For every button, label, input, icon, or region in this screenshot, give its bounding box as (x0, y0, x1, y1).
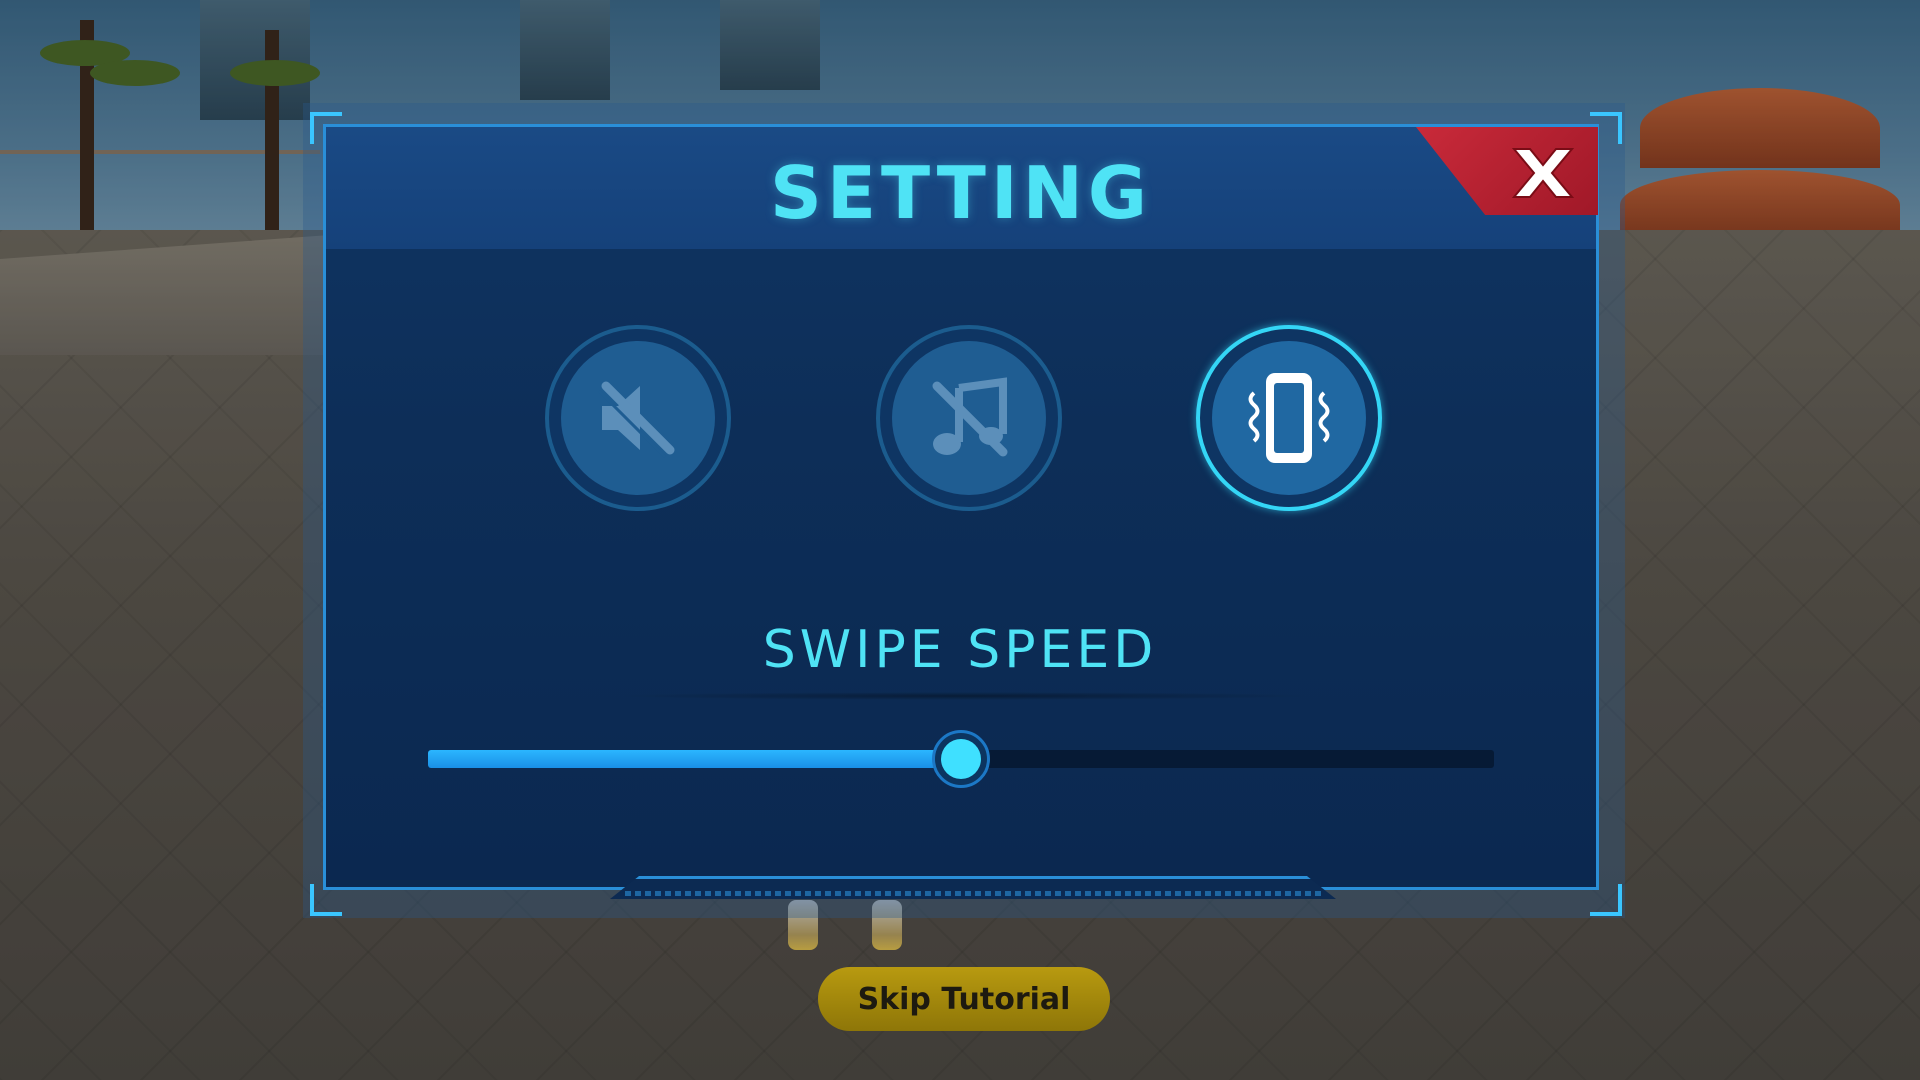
music-off-icon (932, 377, 1008, 457)
dialog-bottom-stripes (625, 891, 1325, 896)
dialog-header: SETTING (326, 127, 1596, 249)
sound-toggle-face (561, 341, 715, 495)
knob-dot (941, 739, 981, 779)
dialog-title: SETTING (769, 151, 1153, 235)
vibration-toggle-button[interactable] (1196, 325, 1382, 511)
music-toggle-face (892, 341, 1046, 495)
swipe-speed-knob[interactable] (932, 730, 990, 788)
close-x-icon[interactable] (1508, 145, 1578, 201)
vibration-icon (1248, 373, 1330, 463)
sound-muted-icon (598, 381, 675, 458)
swipe-speed-slider[interactable] (428, 730, 1494, 788)
swipe-speed-fill (428, 750, 961, 768)
label-shadow (615, 692, 1315, 700)
sound-toggle-button[interactable] (545, 325, 731, 511)
swipe-speed-label: SWIPE SPEED (762, 620, 1158, 680)
music-toggle-button[interactable] (876, 325, 1062, 511)
vibration-toggle-face (1212, 341, 1366, 495)
skip-tutorial-button[interactable]: Skip Tutorial (818, 967, 1110, 1031)
